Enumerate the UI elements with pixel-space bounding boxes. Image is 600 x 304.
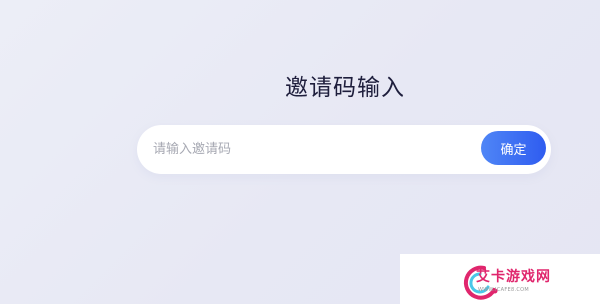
watermark-sub-text: WWW.ICAFE8.COM <box>478 287 529 293</box>
watermark-logo: 艾卡游戏网 WWW.ICAFE8.COM <box>400 254 600 304</box>
invite-form: 确定 <box>137 125 551 174</box>
watermark-brand-text: 艾卡游戏网 <box>476 269 551 285</box>
confirm-button[interactable]: 确定 <box>481 131 546 165</box>
page-title: 邀请码输入 <box>285 75 405 101</box>
invite-code-input[interactable] <box>153 125 473 174</box>
